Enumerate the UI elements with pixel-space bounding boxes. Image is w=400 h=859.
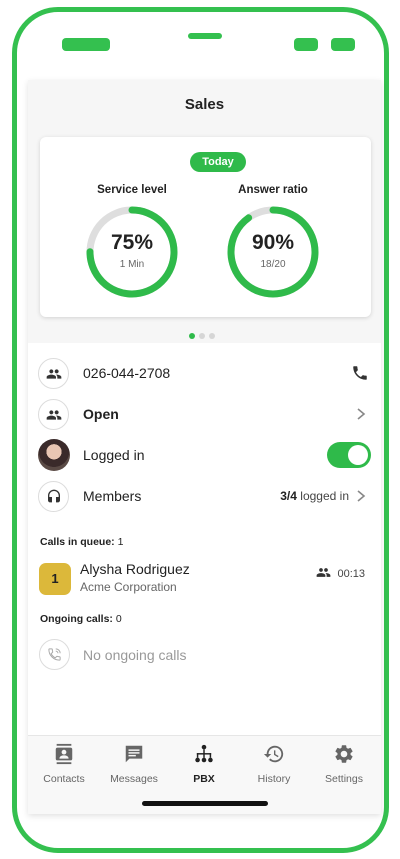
- calls-in-queue-label: Calls in queue:: [40, 536, 115, 548]
- service-level-sub: 1 Min: [119, 259, 145, 270]
- history-icon: [263, 745, 284, 763]
- calls-in-queue-count: 1: [117, 536, 124, 548]
- page-indicator[interactable]: [189, 326, 219, 344]
- group-icon: [38, 358, 69, 389]
- answer-ratio-ring: 90% 18/20: [225, 204, 321, 300]
- wait-time: 00:13: [316, 566, 365, 580]
- members-count-value: 3/4: [280, 489, 297, 503]
- page-dot-3[interactable]: [209, 333, 215, 339]
- ongoing-calls-count: 0: [115, 613, 122, 625]
- group-icon: [317, 568, 331, 577]
- tab-pbx[interactable]: PBX: [169, 743, 239, 785]
- page-dot-1[interactable]: [189, 333, 195, 339]
- queue-call-item[interactable]: 1 Alysha Rodriguez Acme Corporation 00:1…: [28, 557, 381, 603]
- stats-card[interactable]: Today Service level 75% 1 Min Answer rat…: [40, 137, 371, 317]
- wait-time-value: 00:13: [337, 568, 365, 580]
- tab-settings[interactable]: Settings: [309, 743, 379, 785]
- phone-call-icon[interactable]: [351, 364, 369, 387]
- hardware-bar-left: [62, 38, 110, 51]
- logged-in-toggle[interactable]: [327, 442, 371, 468]
- chevron-right-icon: [355, 489, 367, 508]
- calls-in-queue-header: Calls in queue: 1: [40, 536, 123, 548]
- queue-position-badge: 1: [39, 563, 71, 595]
- page-dot-2[interactable]: [199, 333, 205, 339]
- hardware-bar-right-1: [294, 38, 318, 51]
- logged-in-row: Logged in: [28, 435, 381, 476]
- tab-messages[interactable]: Messages: [99, 743, 169, 785]
- messages-icon: [125, 745, 143, 763]
- answer-ratio-value: 90%: [251, 231, 295, 254]
- ongoing-calls-label: Ongoing calls:: [40, 613, 113, 625]
- tab-history-label: History: [257, 773, 291, 785]
- avatar: [38, 439, 70, 471]
- caller-company: Acme Corporation: [80, 580, 177, 594]
- tab-contacts[interactable]: Contacts: [29, 743, 99, 785]
- members-count: 3/4 logged in: [280, 489, 349, 503]
- chevron-right-icon: [355, 407, 367, 426]
- hardware-bar-right-2: [331, 38, 355, 51]
- group-icon: [38, 399, 69, 430]
- answer-ratio-sub: 18/20: [260, 259, 286, 270]
- tab-bar: Contacts Messages PBX History Settings: [28, 735, 381, 814]
- settings-icon: [335, 745, 353, 763]
- toggle-knob: [348, 445, 368, 465]
- service-level-label: Service level: [97, 184, 167, 196]
- answer-ratio-label: Answer ratio: [238, 184, 308, 196]
- members-count-suffix: logged in: [300, 489, 349, 503]
- service-level-ring: 75% 1 Min: [84, 204, 180, 300]
- phone-in-talk-icon: [39, 639, 70, 670]
- home-indicator[interactable]: [142, 801, 268, 806]
- service-level-value: 75%: [110, 231, 154, 254]
- service-level-stat: Service level 75% 1 Min: [72, 184, 192, 300]
- headset-icon: [38, 481, 69, 512]
- today-badge: Today: [190, 152, 246, 172]
- logged-in-label: Logged in: [83, 447, 145, 463]
- members-label: Members: [83, 488, 142, 504]
- answer-ratio-stat: Answer ratio 90% 18/20: [213, 184, 333, 300]
- tab-history[interactable]: History: [239, 743, 309, 785]
- queue-status-row[interactable]: Open: [28, 394, 381, 435]
- contacts-icon: [55, 743, 73, 765]
- no-ongoing-calls-text: No ongoing calls: [83, 647, 187, 663]
- queue-status-label: Open: [83, 406, 119, 422]
- tab-messages-label: Messages: [110, 773, 158, 785]
- pbx-icon: [195, 744, 213, 763]
- ongoing-calls-header: Ongoing calls: 0: [40, 613, 122, 625]
- tab-pbx-label: PBX: [193, 773, 215, 785]
- members-row[interactable]: Members 3/4 logged in: [28, 476, 381, 517]
- tab-settings-label: Settings: [325, 773, 363, 785]
- queue-phone-number: 026-044-2708: [83, 365, 171, 381]
- queue-phone-row[interactable]: 026-044-2708: [28, 353, 381, 394]
- page-title: Sales: [184, 96, 225, 113]
- hardware-bar-center: [188, 33, 222, 39]
- app-screen: Sales Today Service level 75% 1 Min Answ…: [28, 80, 381, 814]
- tab-contacts-label: Contacts: [43, 773, 85, 785]
- caller-name: Alysha Rodriguez: [80, 561, 190, 577]
